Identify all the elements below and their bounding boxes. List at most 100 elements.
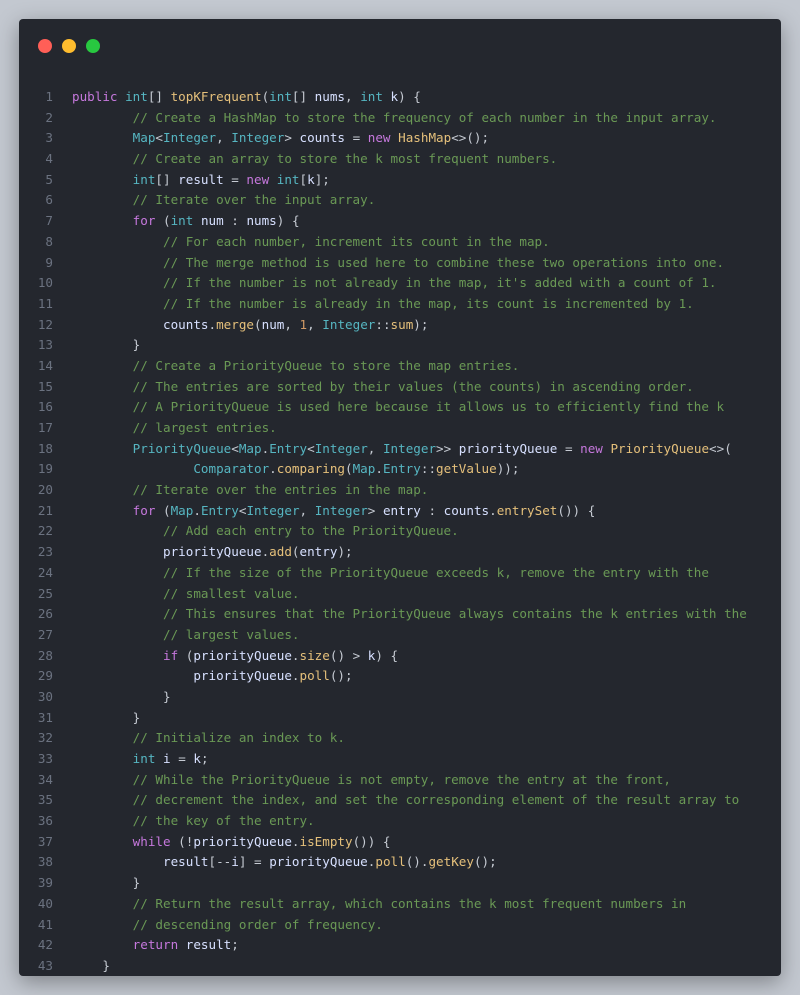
code-line: 31 } [19,708,781,729]
code-token: // A PriorityQueue is used here because … [132,399,725,415]
minimize-dot-icon[interactable] [62,39,76,53]
code-token: . [291,647,300,663]
code-token: ( [155,502,171,518]
code-token: . [375,461,383,477]
code-token: for [132,502,156,518]
code-line: 35 // decrement the index, and set the c… [19,790,781,811]
code-token: entrySet [496,502,558,518]
code-token: . [489,502,497,518]
code-token: ) { [276,213,300,229]
code-token: int [132,751,156,766]
maximize-dot-icon[interactable] [86,39,100,53]
code-token: poll [375,854,406,870]
code-token: i [231,854,239,870]
code-token: <>(); [451,130,490,146]
code-text: // smallest value. [53,584,299,605]
code-token: ; [200,751,209,766]
code-token: int [125,89,148,104]
code-token: k [193,751,201,766]
line-number: 30 [37,688,53,704]
code-text: PriorityQueue<Map.Entry<Integer, Integer… [53,439,732,460]
code-editor[interactable]: 1 public int[] topKFrequent(int[] nums, i… [19,87,781,977]
code-token: nums [246,213,277,229]
code-text: // largest entries. [53,418,277,439]
line-number: 6 [45,192,53,208]
code-token: 1 [299,316,308,332]
code-token: Integer [246,502,300,518]
code-token: , [299,502,315,518]
code-line: 43 } [19,956,781,977]
line-number: 18 [37,440,53,456]
code-line: 18 PriorityQueue<Map.Entry<Integer, Inte… [19,439,781,460]
code-token: Entry [269,440,308,456]
line-number: 4 [45,151,53,167]
line-number: 40 [37,895,53,911]
line-number: 5 [45,171,53,187]
code-text: // Add each entry to the PriorityQueue. [53,521,459,542]
code-line: 17 // largest entries. [19,418,781,439]
line-number: 23 [37,544,53,560]
code-token: result [163,854,209,870]
code-text: priorityQueue.poll(); [53,666,352,687]
code-line: 41 // descending order of frequency. [19,915,781,936]
code-text: } [53,873,141,894]
code-line: 21 for (Map.Entry<Integer, Integer> entr… [19,501,781,522]
code-line: 16 // A PriorityQueue is used here becau… [19,397,781,418]
code-token: = [170,751,194,766]
line-number: 42 [37,937,53,953]
code-token: ) { [375,647,399,663]
code-text: // The merge method is used here to comb… [53,253,724,274]
code-token: counts [163,316,209,332]
code-token: , [307,316,323,332]
code-token: Entry [382,461,421,477]
line-number: 12 [37,316,53,332]
line-number: 31 [37,709,53,725]
line-number: 28 [37,647,53,663]
line-number: 9 [45,254,53,270]
code-token: merge [216,316,255,332]
code-token: // Initialize an index to k. [132,730,345,746]
code-text: // Initialize an index to k. [53,728,345,749]
code-token: nums [314,89,346,104]
code-token: PriorityQueue [610,440,710,456]
line-number: 34 [37,771,53,787]
code-token: // Iterate over the input array. [132,192,376,208]
code-line: 40 // Return the result array, which con… [19,894,781,915]
code-token: i [163,751,171,766]
line-number: 17 [37,420,53,435]
code-line: 39 } [19,873,781,894]
code-token: priorityQueue [193,833,292,849]
code-text: // descending order of frequency. [53,915,383,936]
window-controls [38,39,100,53]
line-number: 39 [37,875,53,891]
code-text: while (!priorityQueue.isEmpty()) { [53,832,391,853]
code-token: :: [375,316,391,332]
code-text: return result; [53,935,239,956]
line-number: 16 [37,399,53,415]
code-token: HashMap [398,130,452,146]
close-dot-icon[interactable] [38,39,52,53]
code-token: size [299,647,330,663]
code-token: // While the PriorityQueue is not empty,… [132,771,671,787]
code-line: 28 if (priorityQueue.size() > k) { [19,646,781,667]
code-token: Comparator [193,461,270,477]
code-token: ) { [398,89,421,104]
code-line: 27 // largest values. [19,625,781,646]
code-token: } [132,875,141,891]
